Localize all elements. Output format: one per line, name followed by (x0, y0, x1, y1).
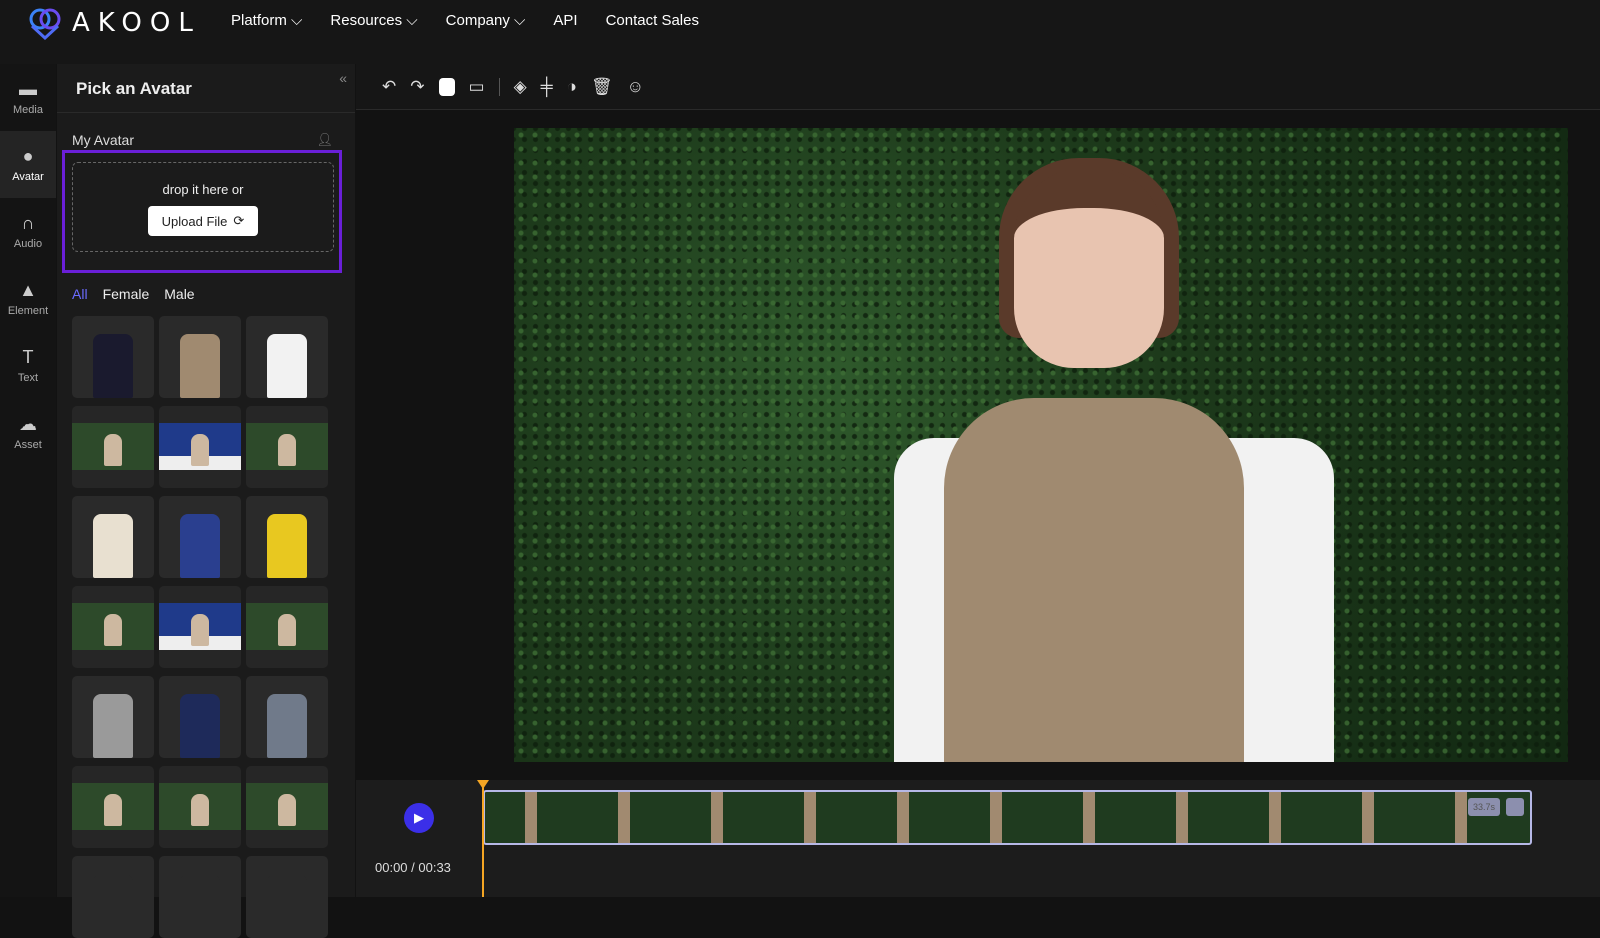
video-preview[interactable] (514, 128, 1568, 762)
divider (498, 77, 500, 96)
avatar-thumbnail[interactable] (72, 766, 154, 848)
avatar-thumbnail[interactable] (159, 676, 241, 758)
filter-female[interactable]: Female (103, 286, 150, 302)
video-clip-track[interactable]: 33.7s (483, 790, 1532, 845)
editor-toolbar: ↶ ↷ ▭ ◈ ╪ ◑ 🗑︎ ☺ (356, 64, 1600, 110)
rail-audio[interactable]: ∩ Audio (0, 198, 56, 265)
avatar-thumbnail[interactable] (72, 586, 154, 668)
avatar-thumbnail[interactable] (72, 856, 154, 938)
nav-api[interactable]: API (553, 12, 577, 29)
avatar-thumbnail[interactable] (246, 316, 328, 398)
avatar-thumbnail[interactable] (72, 316, 154, 398)
playhead[interactable] (482, 780, 484, 897)
rail-asset[interactable]: ☁ Asset (0, 399, 56, 466)
redo-icon[interactable]: ↷ (410, 77, 424, 97)
avatar-figure (278, 614, 296, 646)
avatar-figure (191, 434, 209, 466)
avatar-head (1014, 168, 1164, 368)
avatar-figure (104, 794, 122, 826)
avatar-figure (191, 614, 209, 646)
undo-icon[interactable]: ↶ (382, 77, 396, 97)
screen-icon[interactable]: ▭ (469, 77, 485, 97)
timeline: ▶ 00:00 / 00:33 33.7s (356, 780, 1600, 897)
avatar-thumbnail[interactable] (159, 586, 241, 668)
nav-platform[interactable]: Platform ⌵ (231, 12, 302, 29)
filter-all[interactable]: All (72, 286, 88, 302)
playhead-handle[interactable] (477, 780, 489, 789)
avatar-thumbnail[interactable] (246, 766, 328, 848)
cloud-icon: ☁ (19, 414, 37, 434)
avatar-figure (267, 874, 307, 938)
my-avatar-label: My Avatar (72, 132, 134, 148)
contrast-icon[interactable]: ◑ (567, 77, 577, 97)
headphones-icon: ∩ (21, 213, 35, 233)
avatar-figure (104, 434, 122, 466)
folder-icon: ▬ (19, 79, 37, 99)
akool-logo[interactable]: AKOOL (26, 6, 201, 40)
avatar-figure (104, 614, 122, 646)
play-button[interactable]: ▶ (404, 803, 434, 833)
avatar-thumbnail[interactable] (72, 676, 154, 758)
avatar-figure (278, 434, 296, 466)
avatar-thumbnail[interactable] (159, 766, 241, 848)
akool-logo-icon (29, 8, 61, 40)
avatar-figure (93, 334, 133, 398)
avatar-figure (180, 514, 220, 578)
background-color-icon[interactable] (438, 77, 455, 96)
layers-icon[interactable]: ◈ (514, 77, 527, 97)
avatar-figure (267, 514, 307, 578)
upload-icon: ⟳ (233, 213, 245, 228)
rail-element[interactable]: ▲ Element (0, 265, 56, 332)
rail-avatar[interactable]: ● Avatar (0, 131, 56, 198)
avatar-figure (267, 334, 307, 398)
avatar-figure (267, 694, 307, 758)
avatar-thumbnail[interactable] (159, 856, 241, 938)
shapes-icon: ▲ (19, 280, 37, 300)
top-nav: AKOOL Platform ⌵ Resources ⌵ Company ⌵ A… (0, 0, 1600, 64)
avatar-thumbnail[interactable] (72, 496, 154, 578)
avatar-thumbnail[interactable] (246, 586, 328, 668)
avatar-figure (93, 694, 133, 758)
avatar-figure (278, 794, 296, 826)
filter-male[interactable]: Male (164, 286, 194, 302)
upload-file-button[interactable]: Upload File ⟳ (147, 206, 259, 236)
avatar-panel: Pick an Avatar « My Avatar 👤︎ drop it he… (57, 64, 355, 938)
avatar-figure (180, 874, 220, 938)
rail-text[interactable]: T Text (0, 332, 56, 399)
avatar-body (944, 398, 1244, 762)
avatar-thumbnail[interactable] (72, 406, 154, 488)
nav-contact-sales[interactable]: Contact Sales (606, 12, 699, 29)
upload-dropzone[interactable]: drop it here or Upload File ⟳ (72, 162, 334, 252)
avatar-figure (180, 334, 220, 398)
nav-company[interactable]: Company ⌵ (446, 12, 526, 29)
panel-title: Pick an Avatar (76, 79, 192, 98)
avatar-thumbnail[interactable] (246, 406, 328, 488)
person-icon: ● (22, 146, 34, 166)
time-readout: 00:00 / 00:33 (375, 860, 451, 875)
avatar-figure (191, 794, 209, 826)
avatar-thumbnail[interactable] (159, 316, 241, 398)
clip-duration-badge: 33.7s (1467, 798, 1500, 816)
avatar-thumbnail[interactable] (159, 406, 241, 488)
clip-menu-button[interactable] (1506, 798, 1524, 816)
rail-media[interactable]: ▬ Media (0, 64, 56, 131)
avatar-figure (93, 514, 133, 578)
avatar-thumbnail[interactable] (159, 496, 241, 578)
avatar-thumbnail[interactable] (246, 496, 328, 578)
align-icon[interactable]: ╪ (541, 77, 553, 97)
user-icon[interactable]: 👤︎ (316, 132, 333, 148)
divider (57, 112, 355, 113)
avatar-thumbnail[interactable] (246, 856, 328, 938)
avatar-thumbnail[interactable] (246, 676, 328, 758)
play-icon: ▶ (414, 810, 424, 825)
avatar-figure (180, 694, 220, 758)
delete-icon[interactable]: 🗑︎ (591, 77, 613, 97)
avatar-figure (93, 874, 133, 938)
face-icon[interactable]: ☺ (627, 77, 644, 97)
tool-rail: ▬ Media ● Avatar ∩ Audio ▲ Element T Text ☁ As… (0, 64, 56, 897)
nav-resources[interactable]: Resources ⌵ (330, 12, 417, 29)
avatar-grid (72, 316, 328, 938)
collapse-panel-icon[interactable]: « (339, 70, 347, 86)
text-icon: T (22, 347, 34, 367)
